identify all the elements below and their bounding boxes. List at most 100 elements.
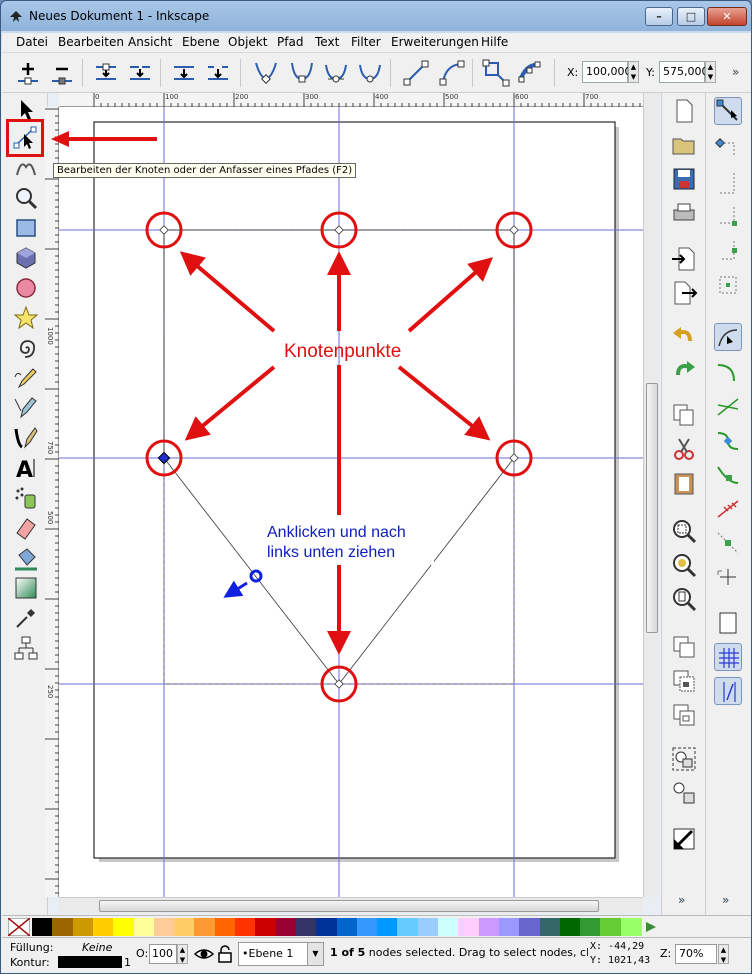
import-button[interactable]	[670, 245, 698, 273]
symmetric-node-button[interactable]	[322, 59, 350, 87]
export-button[interactable]	[670, 279, 698, 307]
snap-more-button[interactable]: »	[722, 893, 729, 907]
snap-guide-button[interactable]	[714, 677, 742, 705]
zoom-input[interactable]: 70%	[675, 944, 717, 964]
cut-button[interactable]	[670, 435, 698, 463]
gradient-tool[interactable]	[13, 575, 39, 601]
minimize-button[interactable]: –	[645, 7, 673, 26]
palette-swatch[interactable]	[32, 918, 53, 936]
opacity-input[interactable]: 100	[149, 944, 177, 964]
close-button[interactable]: ✕	[707, 7, 747, 26]
snap-intersection-button[interactable]	[714, 393, 742, 421]
to-curve-button[interactable]	[438, 59, 466, 87]
palette-swatch[interactable]	[92, 918, 114, 936]
spray-tool[interactable]	[13, 485, 39, 511]
palette-swatch[interactable]	[580, 918, 602, 936]
fill-stroke-button[interactable]	[670, 825, 698, 853]
palette-swatch[interactable]	[72, 918, 94, 936]
object-to-path-button[interactable]	[482, 59, 510, 87]
insert-node-button[interactable]	[14, 59, 42, 87]
layer-visibility-eye-icon[interactable]	[194, 944, 214, 964]
palette-swatch[interactable]	[417, 918, 439, 936]
print-button[interactable]	[670, 199, 698, 227]
pen-tool[interactable]	[13, 395, 39, 421]
palette-swatch[interactable]	[174, 918, 196, 936]
palette-swatch[interactable]	[539, 918, 561, 936]
controls-more-button[interactable]: »	[732, 65, 739, 79]
snap-rotation-center-button[interactable]	[714, 563, 742, 591]
palette-swatch[interactable]	[438, 918, 459, 936]
palette-swatch[interactable]	[153, 918, 175, 936]
palette-swatch[interactable]	[498, 918, 520, 936]
menu-datei[interactable]: Datei	[16, 35, 48, 49]
commands-more-button[interactable]: »	[678, 893, 685, 907]
stroke-color-indicator[interactable]	[58, 956, 122, 968]
snap-cusp-button[interactable]	[714, 427, 742, 455]
maximize-button[interactable]: □	[677, 7, 705, 26]
menu-objekt[interactable]: Objekt	[228, 35, 267, 49]
stroke-to-path-button[interactable]	[516, 59, 544, 87]
palette-swatch[interactable]	[194, 918, 216, 936]
group-button[interactable]	[670, 745, 698, 773]
duplicate-button[interactable]	[670, 633, 698, 661]
vertical-scroll-thumb[interactable]	[646, 383, 658, 633]
copy-button[interactable]	[670, 401, 698, 429]
ellipse-tool[interactable]	[13, 275, 39, 301]
vertical-scrollbar[interactable]	[643, 93, 659, 897]
palette-swatch[interactable]	[235, 918, 256, 936]
palette-swatch[interactable]	[458, 918, 480, 936]
menu-erweiterungen[interactable]: Erweiterungen	[391, 35, 479, 49]
palette-swatch[interactable]	[356, 918, 378, 936]
snap-page-border-button[interactable]	[714, 609, 742, 637]
zoom-drawing-button[interactable]	[670, 551, 698, 579]
pencil-tool[interactable]	[13, 365, 39, 391]
menu-pfad[interactable]: Pfad	[277, 35, 303, 49]
zoom-spin-arrows[interactable]: ▲ ▼	[718, 944, 729, 964]
snap-toggle-button[interactable]	[714, 97, 742, 125]
connector-tool[interactable]	[13, 635, 39, 661]
snap-bbox-corner-button[interactable]	[714, 203, 742, 231]
menu-ebene[interactable]: Ebene	[182, 35, 220, 49]
snap-path-button[interactable]	[714, 359, 742, 387]
zoom-tool[interactable]	[13, 185, 39, 211]
snap-bbox-midpoint-button[interactable]	[714, 237, 742, 265]
stroke-width-value[interactable]: 1	[124, 956, 131, 969]
break-path-button[interactable]	[126, 59, 154, 87]
snap-bbox-button[interactable]	[714, 135, 742, 163]
horizontal-scrollbar[interactable]	[59, 897, 643, 913]
ungroup-button[interactable]	[670, 779, 698, 807]
auto-smooth-node-button[interactable]	[356, 59, 384, 87]
dropper-tool[interactable]	[13, 605, 39, 631]
paint-bucket-tool[interactable]	[13, 545, 39, 571]
palette-swatch[interactable]	[255, 918, 277, 936]
join-nodes-button[interactable]	[92, 59, 120, 87]
palette-swatch[interactable]	[295, 918, 317, 936]
snap-nodes-button[interactable]	[714, 323, 742, 351]
delete-node-button[interactable]	[48, 59, 76, 87]
new-document-button[interactable]	[670, 97, 698, 125]
menu-bearbeiten[interactable]: Bearbeiten	[58, 35, 124, 49]
snap-grid-button[interactable]	[714, 643, 742, 671]
snap-bbox-center-button[interactable]	[714, 271, 742, 299]
menu-ansicht[interactable]: Ansicht	[128, 35, 172, 49]
palette-swatch[interactable]	[336, 918, 358, 936]
delete-segment-button[interactable]	[204, 59, 232, 87]
text-tool[interactable]: A	[13, 455, 39, 483]
snap-smooth-button[interactable]	[714, 461, 742, 489]
palette-swatch[interactable]	[214, 918, 236, 936]
palette-swatch[interactable]	[559, 918, 581, 936]
rectangle-tool[interactable]	[13, 215, 39, 241]
save-button[interactable]	[670, 165, 698, 193]
unlink-clone-button[interactable]	[670, 701, 698, 729]
palette-swatch[interactable]	[377, 918, 399, 936]
x-spin-arrows[interactable]: ▲ ▼	[628, 61, 639, 83]
tweak-tool[interactable]	[13, 153, 39, 179]
current-layer-select[interactable]: •Ebene 1 ▼	[238, 942, 324, 966]
palette-swatch[interactable]	[316, 918, 338, 936]
cusp-node-button[interactable]	[252, 59, 280, 87]
y-spin-arrows[interactable]: ▲ ▼	[705, 61, 716, 83]
drawing-canvas[interactable]: Knotenpunkte Anklicken und nach links un…	[59, 107, 643, 897]
box3d-tool[interactable]	[13, 245, 39, 271]
fill-value[interactable]: Keine	[82, 941, 112, 954]
zoom-selection-button[interactable]	[670, 517, 698, 545]
